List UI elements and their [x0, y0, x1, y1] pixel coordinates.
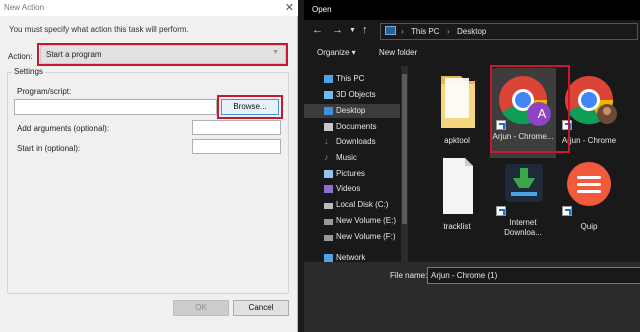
chevron-down-icon: ▼ — [272, 49, 279, 56]
forward-arrow-icon[interactable]: → — [332, 24, 343, 36]
shortcut-arrow-icon — [496, 206, 506, 216]
pc-icon — [385, 26, 396, 35]
file-name: apktool — [444, 136, 470, 145]
sidebar-item-label: Documents — [336, 122, 377, 131]
drive-icon — [324, 235, 333, 241]
sidebar-item-downloads[interactable]: ↓ Downloads — [304, 135, 400, 149]
arguments-input[interactable] — [192, 120, 281, 135]
file-item[interactable]: apktool — [424, 68, 490, 158]
file-name: Quip — [580, 222, 598, 231]
file-name: tracklist — [443, 222, 471, 231]
file-name: Arjun - Chrome — [561, 136, 617, 145]
title-bar: Open — [304, 0, 640, 20]
file-item[interactable]: tracklist — [424, 154, 490, 244]
sidebar-item-documents[interactable]: Documents — [304, 120, 400, 134]
file-name-value: Arjun - Chrome (1) — [431, 271, 498, 280]
desktop-icon — [324, 107, 333, 115]
dialog-title: New Action — [4, 3, 45, 12]
picture-icon — [324, 170, 333, 178]
sidebar-item-label: Pictures — [336, 169, 365, 178]
sidebar-item-music[interactable]: ♪ Music — [304, 151, 400, 165]
ok-button[interactable]: OK — [173, 300, 229, 316]
video-icon — [324, 185, 333, 193]
start-in-input[interactable] — [192, 139, 281, 154]
file-item[interactable]: Quip — [556, 154, 622, 244]
sidebar-item-3d-objects[interactable]: 3D Objects — [304, 88, 400, 102]
file-name: Arjun - Chrome... — [492, 132, 554, 141]
file-name: Internet Downloa... — [504, 218, 542, 237]
avatar: A — [537, 106, 547, 121]
sidebar-item-this-pc[interactable]: This PC — [304, 72, 400, 86]
sidebar-item-pictures[interactable]: Pictures — [304, 167, 400, 181]
music-icon: ♪ — [324, 152, 329, 162]
chevron-right-icon[interactable]: › — [447, 27, 450, 36]
navigation-pane: This PC 3D Objects Desktop Documents ↓ Downlo… — [304, 66, 400, 262]
sidebar-item-new-volume-e[interactable]: New Volume (E:) — [304, 214, 400, 228]
chevron-right-icon[interactable]: › — [401, 27, 404, 36]
drive-icon — [324, 219, 333, 225]
start-in-label: Start in (optional): — [17, 144, 81, 153]
sidebar-item-local-disk-c[interactable]: Local Disk (C:) — [304, 198, 400, 212]
shortcut-arrow-icon — [562, 120, 572, 130]
dialog-title: Open — [312, 5, 332, 14]
download-icon: ↓ — [324, 136, 329, 146]
title-bar: New Action ✕ — [0, 0, 298, 16]
folder-icon — [427, 68, 487, 132]
sidebar-item-videos[interactable]: Videos — [304, 182, 400, 196]
toolbar: Organize ▾ New folder — [304, 44, 640, 64]
address-bar: ← → ▼ ↑ › This PC › Desktop — [304, 20, 640, 44]
shortcut-arrow-icon — [562, 206, 572, 216]
new-action-dialog: New Action ✕ You must specify what actio… — [0, 0, 298, 332]
bottom-bar: File name: Arjun - Chrome (1) — [304, 262, 640, 332]
breadcrumb-this-pc[interactable]: This PC — [411, 27, 439, 36]
up-arrow-icon[interactable]: ↑ — [362, 24, 368, 36]
sidebar-item-label: Network — [336, 253, 366, 262]
close-icon[interactable]: ✕ — [285, 1, 294, 14]
document-icon — [324, 123, 333, 131]
cube-icon — [324, 91, 333, 99]
sidebar-item-new-volume-f[interactable]: New Volume (F:) — [304, 230, 400, 244]
arguments-label: Add arguments (optional): — [17, 124, 110, 133]
file-name-input[interactable]: Arjun - Chrome (1) — [427, 267, 640, 284]
settings-label: Settings — [12, 67, 45, 76]
organize-button[interactable]: Organize ▾ — [317, 48, 356, 57]
sidebar-item-label: Downloads — [336, 137, 376, 146]
sidebar-item-label: 3D Objects — [336, 90, 376, 99]
scrollbar[interactable] — [401, 66, 408, 262]
file-item[interactable]: A Arjun - Chrome... — [490, 68, 556, 158]
chevron-down-icon[interactable]: ▼ — [349, 27, 356, 34]
action-dropdown-value: Start a program — [46, 50, 102, 59]
browse-button[interactable]: Browse... — [221, 99, 279, 115]
breadcrumb[interactable]: › This PC › Desktop — [380, 23, 638, 40]
file-item[interactable]: Arjun - Chrome — [556, 68, 622, 158]
action-dropdown[interactable]: Start a program ▼ — [40, 45, 286, 64]
file-list: apktool A Arjun - Chrome... Arjun - Chrome t… — [414, 66, 640, 262]
program-label: Program/script: — [17, 87, 72, 96]
file-name-label: File name: — [390, 271, 428, 280]
cancel-button[interactable]: Cancel — [233, 300, 289, 316]
program-script-input[interactable] — [14, 99, 217, 115]
file-item[interactable]: Internet Downloa... — [490, 154, 556, 244]
network-icon — [324, 254, 333, 262]
breadcrumb-desktop[interactable]: Desktop — [457, 27, 486, 36]
drive-icon — [324, 203, 333, 209]
sidebar-item-label: New Volume (E:) — [336, 216, 397, 225]
sidebar-item-label: Music — [336, 153, 357, 162]
instruction-text: You must specify what action this task w… — [9, 25, 189, 34]
text-file-icon — [427, 154, 487, 218]
sidebar-item-label: Local Disk (C:) — [336, 200, 389, 209]
scrollbar-thumb[interactable] — [402, 74, 407, 224]
action-label: Action: — [8, 52, 33, 61]
pc-icon — [324, 75, 333, 83]
sidebar-item-label: New Volume (F:) — [336, 232, 396, 241]
sidebar-item-desktop[interactable]: Desktop — [304, 104, 400, 118]
sidebar-item-label: This PC — [336, 74, 365, 83]
new-folder-button[interactable]: New folder — [379, 48, 417, 57]
shortcut-arrow-icon — [496, 120, 506, 130]
back-arrow-icon[interactable]: ← — [312, 24, 323, 36]
open-file-dialog: Open ← → ▼ ↑ › This PC › Desktop Organiz… — [304, 0, 640, 332]
sidebar-item-label: Videos — [336, 184, 361, 193]
sidebar-item-label: Desktop — [336, 106, 366, 115]
